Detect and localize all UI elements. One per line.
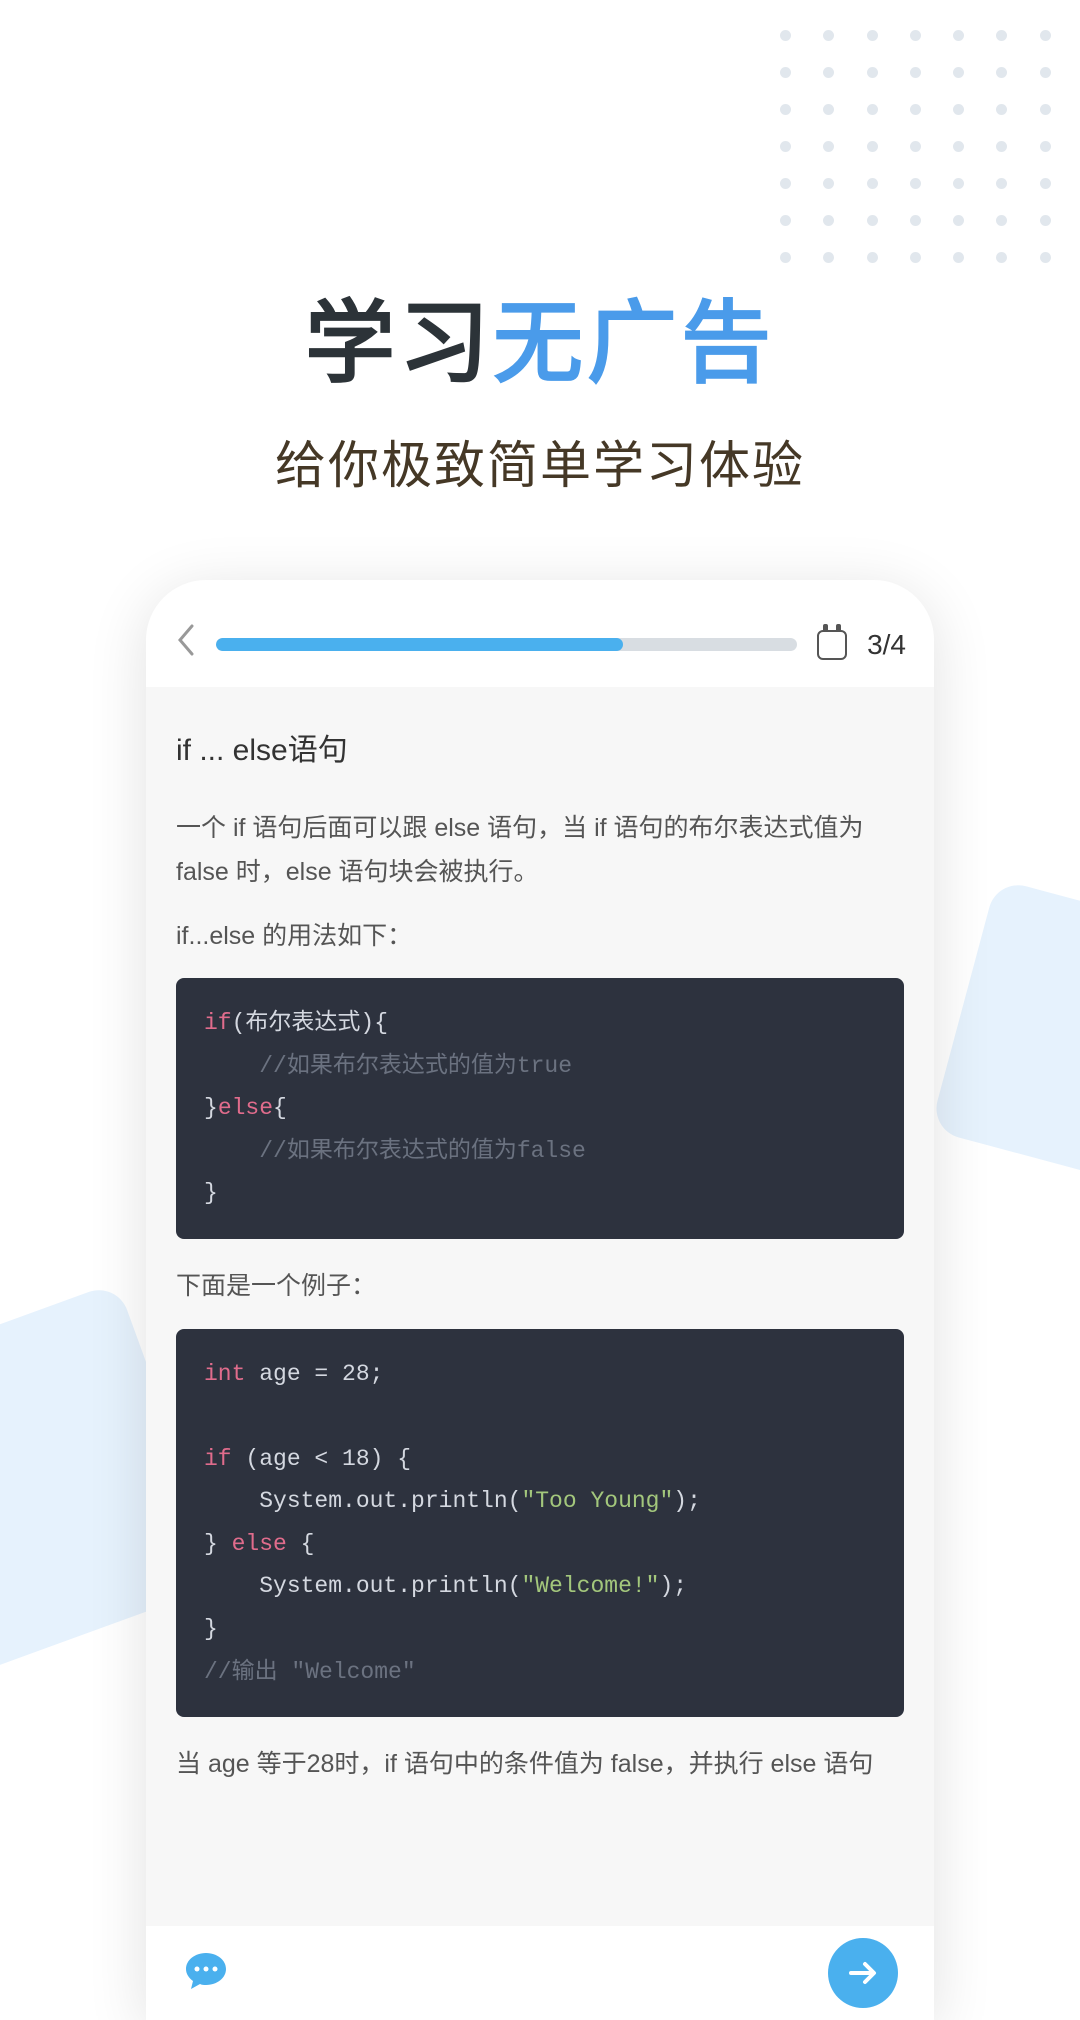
hero-title-part2: 无广告 xyxy=(493,294,775,394)
chat-button[interactable] xyxy=(182,1947,230,2000)
decorative-shape-right xyxy=(930,879,1080,1182)
hero-section: 学习无广告 给你极致简单学习体验 xyxy=(0,0,1080,498)
progress-bar xyxy=(216,638,797,651)
top-bar: 3/4 xyxy=(146,610,934,687)
lesson-paragraph: if...else 的用法如下： xyxy=(176,915,904,959)
calendar-icon[interactable] xyxy=(817,630,847,660)
lesson-heading: if ... else语句 xyxy=(176,725,904,769)
lesson-paragraph: 下面是一个例子： xyxy=(176,1265,904,1309)
lesson-paragraph: 当 age 等于28时，if 语句中的条件值为 false，并执行 else 语… xyxy=(176,1743,904,1787)
back-button[interactable] xyxy=(174,622,196,667)
arrow-right-icon xyxy=(845,1955,881,1991)
chat-icon xyxy=(182,1947,230,1995)
lesson-paragraph: 一个 if 语句后面可以跟 else 语句，当 if 语句的布尔表达式值为 fa… xyxy=(176,807,904,895)
hero-title-part1: 学习 xyxy=(305,294,493,394)
chevron-left-icon xyxy=(174,622,196,658)
bottom-bar xyxy=(146,1926,934,2020)
page-counter: 3/4 xyxy=(867,629,906,661)
next-button[interactable] xyxy=(828,1938,898,2008)
progress-fill xyxy=(216,638,623,651)
hero-subtitle: 给你极致简单学习体验 xyxy=(0,424,1080,498)
code-block-syntax: if(布尔表达式){ //如果布尔表达式的值为true }else{ //如果布… xyxy=(176,978,904,1239)
phone-mockup: 3/4 if ... else语句 一个 if 语句后面可以跟 else 语句，… xyxy=(146,580,934,2020)
hero-title: 学习无广告 xyxy=(0,270,1080,400)
lesson-content[interactable]: if ... else语句 一个 if 语句后面可以跟 else 语句，当 if… xyxy=(146,687,934,2020)
code-block-example: int age = 28; if (age < 18) { System.out… xyxy=(176,1329,904,1717)
